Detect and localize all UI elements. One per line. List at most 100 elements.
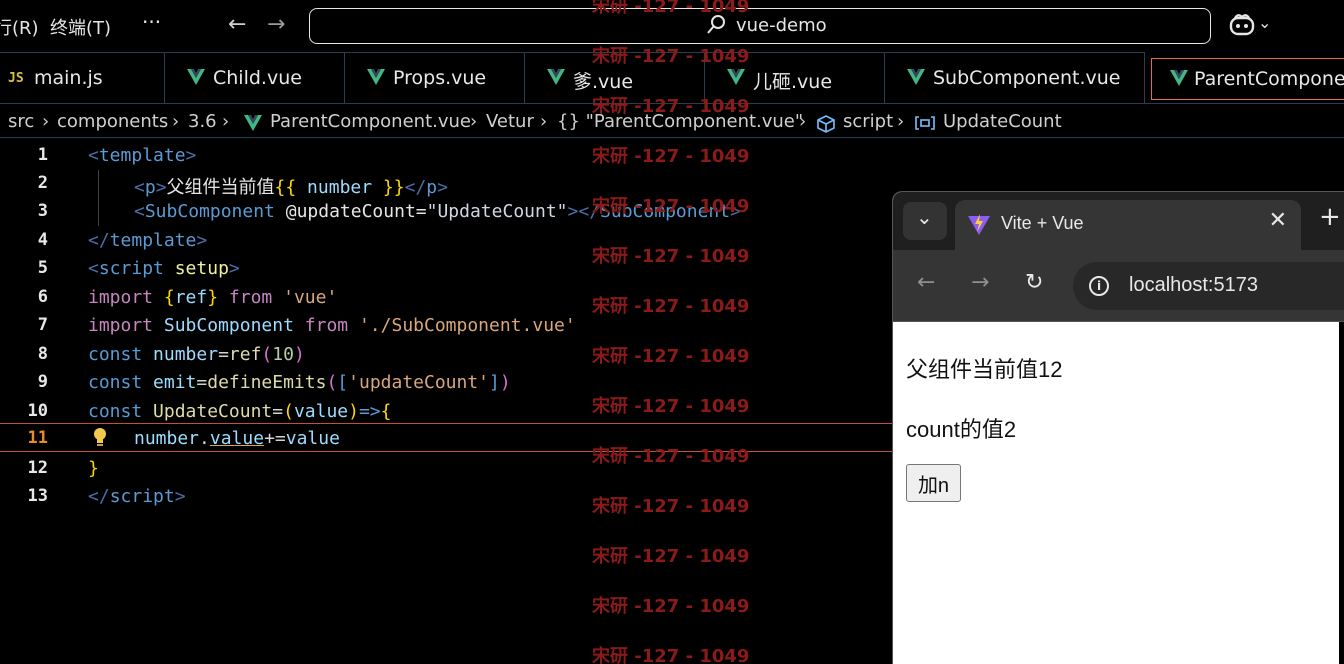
line-number: 8 bbox=[37, 344, 48, 364]
tab-child-vue[interactable]: Child.vue bbox=[165, 52, 345, 104]
line-number: 7 bbox=[37, 315, 48, 335]
watermark-text: 宋研 -127 - 1049 bbox=[592, 546, 750, 567]
vue-icon bbox=[547, 69, 565, 85]
search-text: vue-demo bbox=[736, 15, 827, 36]
method-icon bbox=[915, 116, 935, 130]
watermark-text: 宋研 -127 - 1049 bbox=[592, 196, 750, 217]
code-line[interactable]: 8 const number=ref(10) bbox=[0, 341, 892, 369]
watermark-text: 宋研 -127 - 1049 bbox=[592, 96, 750, 117]
command-center-search[interactable]: vue-demo bbox=[309, 8, 1211, 44]
chevron-right-icon: › bbox=[222, 111, 230, 132]
breadcrumb-vetur[interactable]: Vetur bbox=[486, 111, 534, 132]
browser-toolbar: ← → ↻ i localhost:5173 bbox=[893, 250, 1344, 322]
lightbulb-icon[interactable] bbox=[92, 426, 108, 448]
chevron-right-icon: › bbox=[540, 111, 548, 132]
watermark-text: 宋研 -127 - 1049 bbox=[592, 496, 750, 517]
code-line[interactable]: 2 <p>父组件当前值{{ number }}</p> bbox=[0, 170, 892, 198]
code-line[interactable]: 10 const UpdateCount=(value)=>{ bbox=[0, 398, 892, 426]
browser-tab-strip: ⌄ Vite + Vue ✕ + bbox=[893, 192, 1344, 250]
chevron-right-icon: › bbox=[42, 111, 50, 132]
watermark-text: 宋研 -127 - 1049 bbox=[592, 146, 750, 167]
reload-icon[interactable]: ↻ bbox=[1025, 270, 1043, 295]
code-line[interactable]: 6 import {ref} from 'vue' bbox=[0, 284, 892, 312]
vite-icon bbox=[968, 214, 990, 235]
line-number: 1 bbox=[37, 145, 48, 165]
copilot-button[interactable]: ⌄ bbox=[1228, 12, 1274, 40]
browser-window: ⌄ Vite + Vue ✕ + ← → ↻ i localhost:5173 … bbox=[892, 191, 1344, 664]
chevron-right-icon: › bbox=[470, 111, 478, 132]
line-number: 9 bbox=[37, 372, 48, 392]
tab-label: ParentComponent.vue bbox=[1194, 68, 1344, 90]
code-line[interactable]: 7 import SubComponent from './SubCompone… bbox=[0, 312, 892, 340]
line-number: 12 bbox=[27, 458, 48, 478]
js-icon: JS bbox=[8, 71, 24, 86]
tab-label: Child.vue bbox=[213, 67, 302, 89]
line-number: 13 bbox=[27, 486, 48, 506]
code-line[interactable]: 13 </script> bbox=[0, 483, 892, 511]
line-number: 10 bbox=[27, 401, 48, 421]
watermark-text: 宋研 -127 - 1049 bbox=[592, 296, 750, 317]
vue-icon bbox=[907, 69, 925, 85]
add-n-button[interactable]: 加n bbox=[906, 464, 961, 502]
address-bar[interactable]: i localhost:5173 bbox=[1073, 262, 1344, 310]
line-number: 6 bbox=[37, 287, 48, 307]
chevron-down-icon: ⌄ bbox=[1258, 13, 1272, 32]
close-icon[interactable]: ✕ bbox=[1269, 208, 1287, 233]
new-tab-icon[interactable]: + bbox=[1319, 202, 1341, 232]
tab-parentcomponent-vue[interactable]: ParentComponent.vue bbox=[1151, 58, 1344, 100]
line-number: 3 bbox=[37, 201, 48, 221]
code-line[interactable]: 5 <script setup> bbox=[0, 255, 892, 283]
breadcrumb-symbol[interactable]: UpdateCount bbox=[943, 111, 1062, 132]
tab-subcomponent-vue[interactable]: SubComponent.vue bbox=[885, 52, 1145, 104]
chevron-right-icon: › bbox=[799, 111, 807, 132]
tab-label: Props.vue bbox=[393, 67, 487, 89]
watermark-text: 宋研 -127 - 1049 bbox=[592, 446, 750, 467]
vue-icon bbox=[1170, 70, 1188, 86]
more-menu-button[interactable]: ··· bbox=[142, 10, 161, 34]
forward-arrow-icon[interactable]: → bbox=[267, 12, 285, 37]
code-line[interactable]: 4 </template> bbox=[0, 227, 892, 255]
tab-main-js[interactable]: JS main.js bbox=[0, 52, 165, 104]
line-number: 5 bbox=[37, 258, 48, 278]
forward-arrow-icon[interactable]: → bbox=[971, 270, 989, 295]
tab-label: 爹.vue bbox=[573, 71, 634, 93]
current-code-line[interactable]: 11 number.value+=value bbox=[0, 423, 892, 452]
breadcrumb-version[interactable]: 3.6 bbox=[188, 111, 217, 132]
line-number: 2 bbox=[37, 173, 48, 193]
watermark-text: 宋研 -127 - 1049 bbox=[592, 46, 750, 67]
watermark-text: 宋研 -127 - 1049 bbox=[592, 246, 750, 267]
browser-tab[interactable]: Vite + Vue ✕ bbox=[955, 200, 1301, 250]
code-line[interactable]: 1 <template> bbox=[0, 142, 892, 170]
vue-icon bbox=[244, 115, 262, 131]
chevron-right-icon: › bbox=[172, 111, 180, 132]
menu-terminal[interactable]: 终端(T) bbox=[50, 14, 111, 40]
breadcrumb-script[interactable]: script bbox=[843, 111, 893, 132]
parent-value-text: 父组件当前值12 bbox=[906, 357, 1063, 382]
vue-icon bbox=[187, 69, 205, 85]
chevron-down-icon: ⌄ bbox=[916, 205, 933, 229]
code-editor[interactable]: 1 <template> 2 <p>父组件当前值{{ number }}</p>… bbox=[0, 139, 892, 664]
line-number: 11 bbox=[27, 428, 48, 448]
page-content: 父组件当前值12 count的值2 加n bbox=[893, 322, 1339, 664]
copilot-icon bbox=[1229, 14, 1255, 36]
breadcrumb-components[interactable]: components bbox=[57, 111, 168, 132]
code-line[interactable]: 3 <SubComponent @updateCount="UpdateCoun… bbox=[0, 198, 892, 226]
code-line[interactable]: 9 const emit=defineEmits(['updateCount']… bbox=[0, 369, 892, 397]
info-icon[interactable]: i bbox=[1089, 276, 1109, 296]
back-arrow-icon[interactable]: ← bbox=[228, 12, 246, 37]
tab-label: main.js bbox=[34, 67, 103, 89]
tab-search-button[interactable]: ⌄ bbox=[903, 202, 947, 240]
tab-props-vue[interactable]: Props.vue bbox=[345, 52, 525, 104]
breadcrumb-file[interactable]: ParentComponent.vue bbox=[270, 111, 471, 132]
back-arrow-icon[interactable]: ← bbox=[917, 270, 935, 295]
watermark-text: 宋研 -127 - 1049 bbox=[592, 596, 750, 617]
vue-icon bbox=[727, 69, 745, 85]
chevron-right-icon: › bbox=[897, 111, 905, 132]
line-number: 4 bbox=[37, 230, 48, 250]
menu-run[interactable]: 行(R) bbox=[0, 14, 39, 40]
watermark-text: 宋研 -127 - 1049 bbox=[592, 346, 750, 367]
breadcrumb-src[interactable]: src bbox=[8, 111, 34, 132]
watermark-text: 宋研 -127 - 1049 bbox=[592, 396, 750, 417]
code-line[interactable]: 12 } bbox=[0, 455, 892, 483]
watermark-text: 宋研 -127 - 1049 bbox=[592, 646, 750, 664]
